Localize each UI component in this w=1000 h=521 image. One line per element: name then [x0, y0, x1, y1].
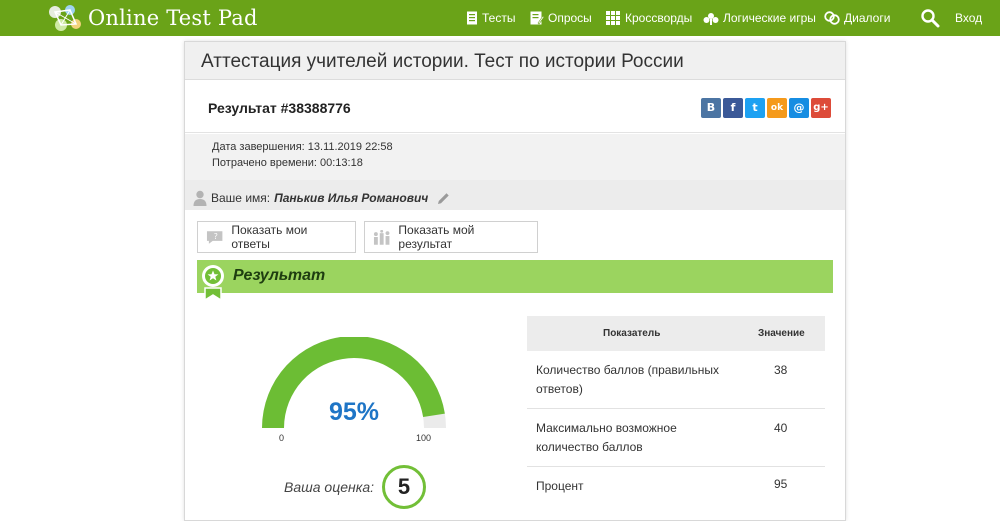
- show-result-button[interactable]: Показать мой результат: [364, 221, 538, 253]
- mail-share-icon[interactable]: @: [789, 98, 809, 118]
- vk-share-icon[interactable]: В: [701, 98, 721, 118]
- table-cell-label: Процент: [536, 479, 584, 493]
- name-label: Ваше имя:: [211, 191, 271, 205]
- grade-label: Ваша оценка:: [284, 479, 374, 495]
- time-spent-label: Потрачено времени:: [212, 157, 317, 169]
- table-row: Процент 95: [527, 467, 825, 511]
- nav-item-label: Опросы: [548, 11, 592, 25]
- chat-icon: [824, 11, 840, 25]
- result-table: Показатель Значение Количество баллов (п…: [527, 316, 825, 511]
- twitter-share-icon[interactable]: t: [745, 98, 765, 118]
- nav-item-label: Диалоги: [844, 11, 891, 25]
- nav-item-tests[interactable]: Тесты: [466, 0, 515, 36]
- edit-pencil-icon[interactable]: [437, 192, 450, 205]
- result-number: Результат #38388776: [208, 100, 351, 116]
- page-title: Аттестация учителей истории. Тест по ист…: [185, 42, 845, 80]
- share-buttons: В f t ok @ g+: [701, 98, 831, 118]
- result-section-header: Результат: [197, 260, 833, 300]
- nav-item-surveys[interactable]: Опросы: [530, 0, 592, 36]
- result-card: Аттестация учителей истории. Тест по ист…: [184, 41, 846, 521]
- finished-value: 13.11.2019 22:58: [307, 141, 393, 153]
- survey-icon: [530, 11, 544, 25]
- user-icon: [193, 190, 207, 206]
- nav-item-label: Логические игры: [723, 11, 816, 25]
- search-icon[interactable]: [920, 8, 940, 28]
- svg-text:?: ?: [214, 231, 218, 240]
- gauge-percent: 95%: [328, 398, 380, 426]
- table-row: Максимально возможное количество баллов …: [527, 409, 825, 467]
- result-heading: Результат: [233, 267, 326, 284]
- result-header: Результат #38388776 В f t ok @ g+: [185, 81, 845, 133]
- user-name-row: Ваше имя: Панькив Илья Романович: [185, 180, 845, 210]
- finished-row: Дата завершения: 13.11.2019 22:58: [212, 139, 845, 155]
- logo-icon: [46, 2, 86, 34]
- table-row: Количество баллов (правильных ответов) 3…: [527, 351, 825, 409]
- result-meta: Дата завершения: 13.11.2019 22:58 Потрач…: [185, 134, 845, 180]
- grid-icon: [606, 11, 620, 25]
- speech-bubble-icon: ?: [206, 230, 223, 244]
- table-cell-value: 95: [774, 477, 788, 491]
- nav-item-dialogs[interactable]: Диалоги: [824, 0, 890, 36]
- site-name: Online Test Pad: [88, 6, 258, 30]
- document-icon: [467, 11, 477, 25]
- odnoklassniki-share-icon[interactable]: ok: [767, 98, 787, 118]
- show-answers-button[interactable]: ? Показать мои ответы: [197, 221, 356, 253]
- column-header-value: Значение: [758, 328, 805, 339]
- table-cell-value: 38: [774, 363, 788, 377]
- nav-item-label: Тесты: [482, 11, 516, 25]
- table-cell-value: 40: [774, 421, 788, 435]
- bar-chart-icon: [373, 229, 390, 245]
- site-logo[interactable]: Online Test Pad: [46, 2, 258, 34]
- table-cell-label: Количество баллов (правильных ответов): [536, 363, 719, 396]
- column-header-indicator: Показатель: [603, 328, 661, 339]
- finished-label: Дата завершения:: [212, 141, 305, 153]
- nav-item-logic-games[interactable]: Логические игры: [703, 0, 816, 36]
- time-spent-row: Потрачено времени: 00:13:18: [212, 155, 845, 171]
- gauge-min-label: 0: [279, 433, 285, 443]
- login-link[interactable]: Вход: [955, 0, 982, 36]
- name-value: Панькив Илья Романович: [274, 191, 429, 205]
- medal-icon: [202, 265, 224, 300]
- google-plus-share-icon[interactable]: g+: [811, 98, 831, 118]
- puzzle-icon: [703, 13, 719, 25]
- show-result-label: Показать мой результат: [398, 223, 475, 251]
- grade-value: 5: [382, 465, 426, 509]
- top-navigation-bar: Online Test Pad Тесты Опросы Кроссворды …: [0, 0, 1000, 36]
- nav-item-crosswords[interactable]: Кроссворды: [606, 0, 692, 36]
- show-answers-label: Показать мои ответы: [231, 223, 308, 251]
- table-header: Показатель Значение: [527, 316, 825, 351]
- gauge-max-label: 100: [416, 433, 432, 443]
- time-spent-value: 00:13:18: [320, 157, 363, 169]
- facebook-share-icon[interactable]: f: [723, 98, 743, 118]
- nav-item-label: Кроссворды: [625, 11, 693, 25]
- table-cell-label: Максимально возможное количество баллов: [536, 421, 677, 454]
